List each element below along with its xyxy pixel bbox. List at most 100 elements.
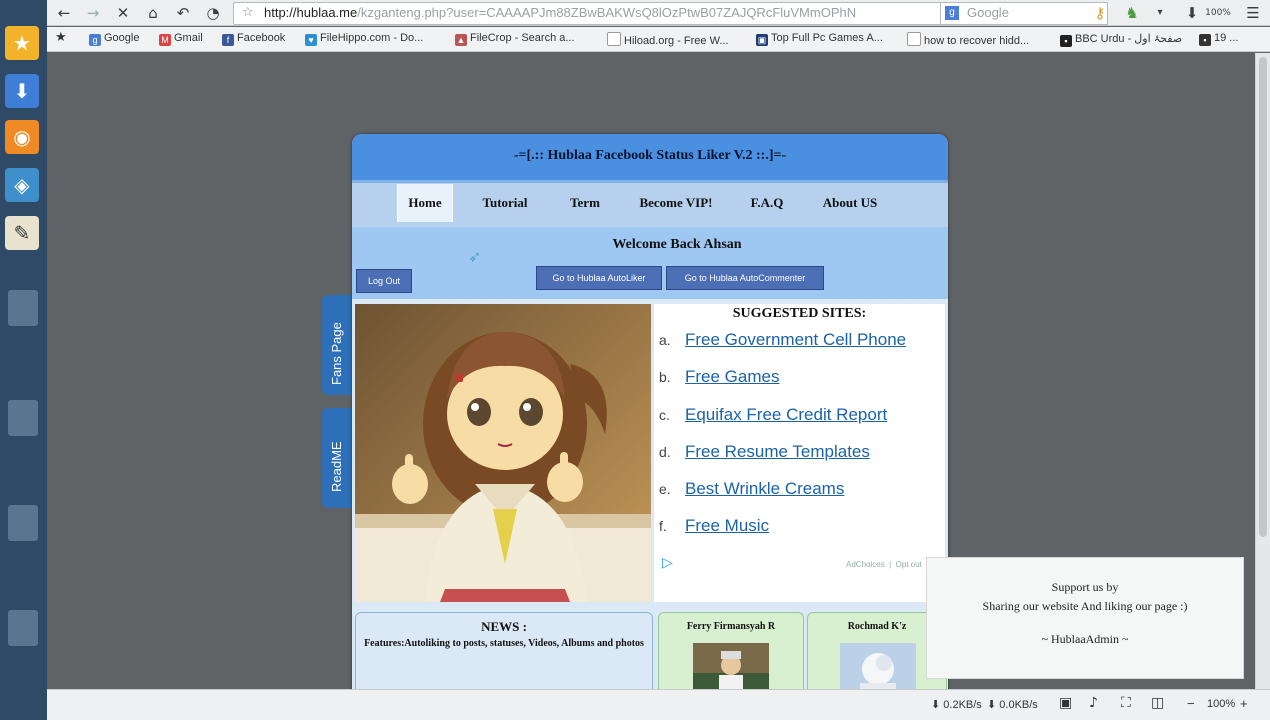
download-icon[interactable]: ⬇ — [5, 74, 39, 108]
nav-faq[interactable]: F.A.Q — [739, 184, 795, 222]
anime-image — [355, 304, 651, 602]
gmail-icon: M — [159, 34, 171, 46]
suggested-link[interactable]: Best Wrinkle Creams — [685, 479, 844, 498]
url-host: http://hublaa.me — [264, 5, 358, 20]
suggested-link[interactable]: Free Music — [685, 516, 769, 535]
bookmark-filehippo[interactable]: ♥ FileHippo.com - Do... — [305, 32, 423, 46]
fullscreen-icon[interactable]: ⛶ — [1121, 695, 1131, 711]
bookmark-facebook[interactable]: f Facebook — [222, 32, 285, 46]
menu-icon[interactable]: ☰ — [1243, 3, 1263, 23]
desktop-item[interactable] — [8, 505, 38, 541]
person-photo — [693, 643, 769, 694]
zoom-in-icon[interactable]: + — [1240, 696, 1248, 711]
rss-icon[interactable]: ◉ — [5, 120, 39, 154]
autocommenter-button[interactable]: Go to Hublaa AutoCommenter — [666, 266, 824, 290]
bookmark-bbc[interactable]: ▪ BBC Urdu - صفحۂ اول — [1060, 32, 1182, 47]
suggested-item[interactable]: a. Free Government Cell Phone — [659, 330, 906, 350]
zoom-level: 100% — [1205, 8, 1231, 18]
facebook-icon: f — [222, 34, 234, 46]
google-icon: g — [89, 34, 101, 46]
desktop-item[interactable] — [8, 400, 38, 436]
welcome-panel: Welcome Back Ahsan Log Out Go to Hublaa … — [352, 227, 948, 299]
person-card[interactable]: Ferry Firmansyah R — [658, 612, 804, 694]
key-icon[interactable]: ⚷ — [1090, 3, 1110, 23]
suggested-link[interactable]: Free Government Cell Phone — [685, 330, 906, 349]
adchoices-icon[interactable]: ▷ — [662, 554, 673, 571]
nav-term[interactable]: Term — [557, 184, 613, 222]
app-icon[interactable]: ◈ — [5, 168, 39, 202]
zoom-out-icon[interactable]: − — [1187, 696, 1195, 711]
readme-tab[interactable]: ReadME — [322, 408, 352, 508]
search-placeholder: Google — [967, 5, 1009, 20]
bookmarks-star-icon[interactable]: ★ — [55, 30, 67, 45]
support-signature: ~ HublaaAdmin ~ — [1041, 632, 1129, 646]
scrollbar-thumb[interactable] — [1259, 57, 1267, 537]
dropdown-icon[interactable]: ▾ — [1150, 3, 1170, 23]
filecrop-icon: ▲ — [455, 34, 467, 46]
suggested-link[interactable]: Free Resume Templates — [685, 442, 870, 461]
person-photo — [840, 643, 916, 694]
autoliker-button[interactable]: Go to Hublaa AutoLiker — [536, 266, 662, 290]
filehippo-icon: ♥ — [305, 34, 317, 46]
suggested-link[interactable]: Free Games — [685, 367, 779, 386]
suggested-sites-panel: SUGGESTED SITES: a. Free Government Cell … — [654, 304, 945, 602]
vertical-scrollbar[interactable] — [1255, 53, 1270, 689]
welcome-text: Welcome Back Ahsan — [612, 237, 742, 252]
games-icon: ▣ — [756, 34, 768, 46]
bookmark-filecrop[interactable]: ▲ FileCrop - Search a... — [455, 32, 575, 46]
news-box: NEWS : Features:Autoliking to posts, sta… — [355, 612, 653, 694]
bookmark-recover[interactable]: how to recover hidd... — [907, 32, 1029, 47]
notepad-icon[interactable]: ✎ — [5, 216, 39, 250]
url-path: /kzganteng.php?user=CAAAAPJm88ZBwBAKWsQ8… — [357, 5, 857, 20]
bbc-icon: ▪ — [1060, 35, 1072, 47]
star-icon[interactable]: ★ — [5, 26, 39, 60]
speaker-icon[interactable]: ♪ — [1089, 695, 1098, 711]
support-popup: Support us by Sharing our website And li… — [926, 557, 1244, 679]
news-title: NEWS : — [481, 619, 527, 634]
bookmark-star-icon[interactable]: ☆ — [242, 3, 254, 23]
logout-button[interactable]: Log Out — [356, 269, 412, 293]
person-name: Ferry Firmansyah R — [686, 621, 776, 632]
bookmark-hiload[interactable]: Hiload.org - Free W... — [607, 32, 729, 47]
desktop-item[interactable] — [8, 290, 38, 326]
desktop-item[interactable] — [8, 610, 38, 646]
screenshot-icon[interactable]: ▣ — [1059, 695, 1072, 711]
suggested-item[interactable]: f. Free Music — [659, 516, 769, 536]
nav-tutorial[interactable]: Tutorial — [470, 184, 540, 222]
site-card: -=[.:: Hublaa Facebook Status Liker V.2 … — [352, 134, 948, 694]
browser-toolbar: ← → ✕ ⌂ ↶ ◔ ☆ http://hublaa.me/kzganteng… — [47, 0, 1270, 26]
bookmark-topgames[interactable]: ▣ Top Full Pc Games A... — [756, 32, 883, 46]
suggested-item[interactable]: e. Best Wrinkle Creams — [659, 479, 844, 499]
news-text: Features:Autoliking to posts, statuses, … — [364, 638, 644, 649]
nav-become-vip[interactable]: Become VIP! — [630, 184, 722, 222]
google-icon: g — [945, 6, 959, 20]
undo-icon[interactable]: ↶ — [173, 3, 193, 23]
suggested-item[interactable]: b. Free Games — [659, 367, 779, 387]
support-line1: Support us by — [1051, 580, 1119, 594]
bookmark-icon: ▪ — [1199, 34, 1211, 46]
extension-icon[interactable]: ♞ — [1122, 3, 1142, 23]
adchoices-text[interactable]: AdChoices | Opt out — [846, 560, 922, 569]
stop-icon[interactable]: ✕ — [113, 3, 133, 23]
nav-about-us[interactable]: About US — [812, 184, 888, 222]
site-title: -=[.:: Hublaa Facebook Status Liker V.2 … — [352, 134, 948, 180]
search-box[interactable]: g Google — [940, 2, 1108, 25]
panel-icon[interactable]: ◫ — [1151, 695, 1164, 711]
bookmark-google[interactable]: g Google — [89, 32, 139, 46]
bookmark-gmail[interactable]: M Gmail — [159, 32, 203, 46]
suggested-item[interactable]: d. Free Resume Templates — [659, 442, 870, 462]
status-bar: ⬇ 0.2KB/s ⬇ 0.0KB/s ▣ ♪ ⛶ ◫ − 100% + — [47, 689, 1270, 720]
fans-page-tab[interactable]: Fans Page — [322, 295, 352, 395]
support-line2: Sharing our website And liking our page … — [982, 599, 1188, 613]
url-bar[interactable]: ☆ http://hublaa.me/kzganteng.php?user=CA… — [233, 2, 965, 25]
bookmark-other[interactable]: ▪ 19 ... — [1199, 32, 1238, 46]
download-manager-icon[interactable]: ⬇ — [1182, 3, 1202, 23]
suggested-link[interactable]: Equifax Free Credit Report — [685, 405, 887, 424]
suggested-title: SUGGESTED SITES: — [732, 306, 867, 321]
forward-icon[interactable]: → — [83, 3, 103, 23]
back-icon[interactable]: ← — [54, 3, 74, 23]
history-icon[interactable]: ◔ — [203, 3, 223, 23]
home-icon[interactable]: ⌂ — [143, 3, 163, 23]
suggested-item[interactable]: c. Equifax Free Credit Report — [659, 405, 887, 425]
nav-home[interactable]: Home — [397, 184, 453, 222]
